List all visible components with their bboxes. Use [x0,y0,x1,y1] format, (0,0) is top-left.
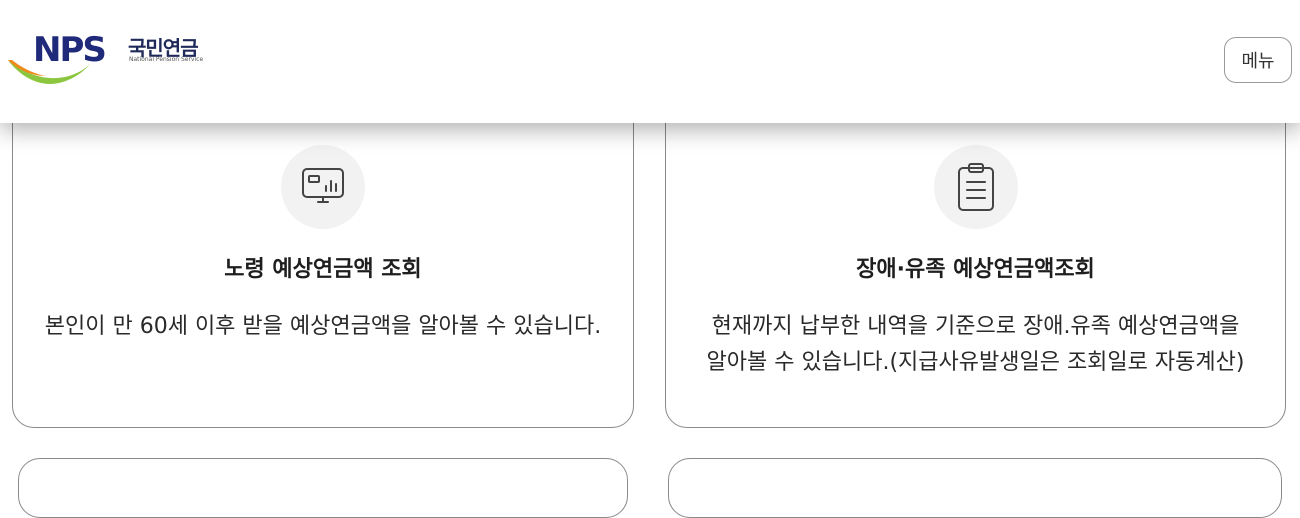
card-description: 현재까지 납부한 내역을 기준으로 장애.유족 예상연금액을 알아볼 수 있습니… [686,309,1265,381]
card-description-line: 현재까지 납부한 내역을 기준으로 장애.유족 예상연금액을 [711,314,1240,339]
nps-logo[interactable]: NPS 국민연금 National Pension Service [6,30,221,90]
icon-circle [281,145,365,229]
card-partial[interactable] [18,458,628,518]
clipboard-list-icon [957,163,994,211]
card-title: 노령 예상연금액 조회 [224,257,422,282]
card-description-line: 본인이 만 60세 이후 받을 예상연금액을 알아볼 수 있습니다. [44,314,602,339]
site-header: NPS 국민연금 National Pension Service 메뉴 [0,0,1300,123]
card-description: 본인이 만 60세 이후 받을 예상연금액을 알아볼 수 있습니다. [33,309,613,345]
menu-button[interactable]: 메뉴 [1224,37,1292,83]
logo-name-en: National Pension Service [129,56,204,63]
card-partial[interactable] [668,458,1282,518]
icon-circle [933,145,1018,229]
card-title: 장애·유족 예상연금액조회 [856,257,1095,282]
nps-logo-mark: NPS [8,30,107,84]
card-description-line: 알아볼 수 있습니다.(지급사유발생일은 조회일로 자동계산) [706,350,1245,375]
logo-abbr: NPS [33,30,105,70]
monitor-chart-icon [302,168,344,203]
